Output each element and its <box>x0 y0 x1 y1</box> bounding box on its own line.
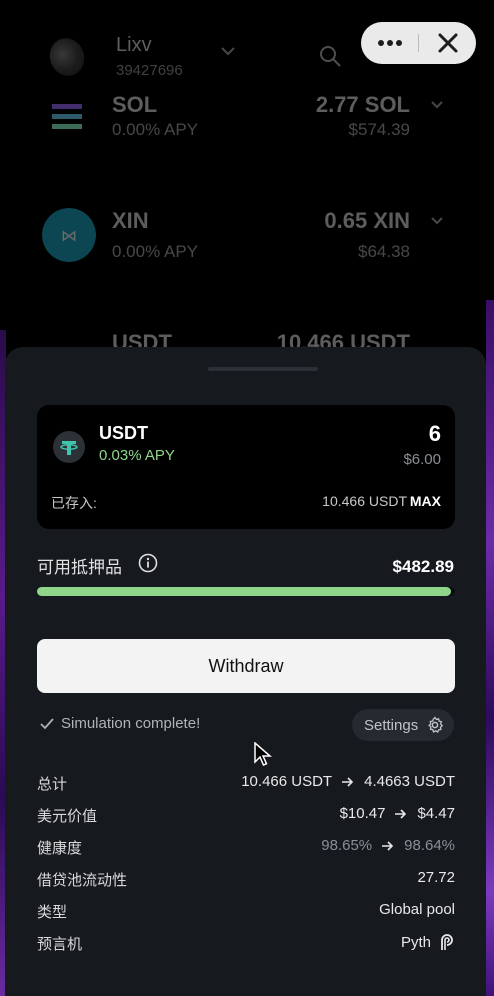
pyth-icon <box>441 934 453 950</box>
value-to: 98.64% <box>404 837 455 854</box>
oracle-name: Pyth <box>400 933 431 951</box>
info-icon[interactable] <box>138 553 158 573</box>
deposited-value: 10.466 USDT <box>322 493 407 509</box>
account-id: 39427696 <box>116 62 183 79</box>
summary-label: 预言机 <box>37 936 83 953</box>
window-controls <box>361 22 476 64</box>
asset-symbol: XIN <box>112 208 149 233</box>
summary-value: Pyth <box>401 933 455 951</box>
asset-usd: $64.38 <box>358 242 410 261</box>
chevron-down-icon[interactable] <box>430 100 444 110</box>
settings-button[interactable]: Settings <box>352 709 454 741</box>
chevron-down-icon[interactable] <box>220 46 236 56</box>
asset-row-sol[interactable]: SOL 0.00% APY 2.77 SOL $574.39 <box>0 92 494 172</box>
asset-apy: 0.00% APY <box>112 242 199 261</box>
search-icon[interactable] <box>318 44 342 68</box>
token-apy: 0.03% APY <box>99 447 175 464</box>
summary-usd-value: 美元价值 $10.47 $4.47 <box>37 805 455 829</box>
value-to: $4.47 <box>417 805 455 822</box>
value-to: 4.4663 USDT <box>364 773 455 790</box>
gear-icon <box>428 716 444 733</box>
summary-value: $10.47 $4.47 <box>340 805 455 822</box>
arrow-right-icon <box>382 840 394 851</box>
arrow-right-icon <box>342 776 354 787</box>
summary-value: 98.65% 98.64% <box>321 837 455 854</box>
max-button[interactable]: MAX <box>410 493 441 509</box>
asset-amount: 2.77 SOL <box>315 92 410 117</box>
collateral-progress-fill <box>37 587 451 596</box>
sheet-handle[interactable] <box>208 367 318 371</box>
asset-usd: $574.39 <box>348 120 410 139</box>
sol-icon <box>52 104 82 129</box>
asset-symbol: SOL <box>112 92 158 117</box>
xin-icon: ⋈ <box>42 208 96 262</box>
token-card: USDT 0.03% APY 6 $6.00 已存入: 10.466 USDT … <box>37 405 455 529</box>
collateral-value: $482.89 <box>392 557 454 576</box>
summary-label: 美元价值 <box>37 808 98 825</box>
close-icon[interactable] <box>437 32 459 54</box>
divider <box>418 34 419 52</box>
check-icon <box>40 718 54 730</box>
summary-liquidity: 借贷池流动性 27.72 <box>37 869 455 893</box>
more-options-icon[interactable] <box>377 34 403 52</box>
withdraw-amount-input[interactable]: 6 <box>429 421 441 447</box>
summary-label: 总计 <box>37 776 68 793</box>
chevron-down-icon[interactable] <box>430 216 444 226</box>
value-from: 10.466 USDT <box>241 773 333 790</box>
summary-value: Global pool <box>379 901 455 918</box>
summary-value: 27.72 <box>417 869 455 886</box>
token-symbol: USDT <box>99 423 148 443</box>
account-name: Lixv <box>116 34 152 56</box>
mouse-cursor-icon <box>254 742 272 766</box>
asset-row-xin[interactable]: ⋈ XIN 0.00% APY 0.65 XIN $64.38 <box>0 208 494 288</box>
asset-apy: 0.00% APY <box>112 120 199 139</box>
summary-label: 健康度 <box>37 840 83 857</box>
summary-type: 类型 Global pool <box>37 901 455 925</box>
withdraw-amount-usd: $6.00 <box>403 451 441 468</box>
deposited-label: 已存入: <box>51 495 97 511</box>
summary-label: 类型 <box>37 904 68 921</box>
value-from: 98.65% <box>321 837 373 854</box>
account-logo <box>44 33 90 81</box>
summary-health: 健康度 98.65% 98.64% <box>37 837 455 861</box>
asset-amount: 0.65 XIN <box>324 208 410 233</box>
summary-total: 总计 10.466 USDT 4.4663 USDT <box>37 773 455 797</box>
settings-label: Settings <box>364 716 419 734</box>
summary-oracle: 预言机 Pyth <box>37 933 455 957</box>
summary-value: 10.466 USDT 4.4663 USDT <box>241 773 455 790</box>
withdraw-sheet: USDT 0.03% APY 6 $6.00 已存入: 10.466 USDT … <box>5 347 486 996</box>
collateral-progress <box>37 587 455 596</box>
simulation-status: Simulation complete! <box>61 715 201 732</box>
summary-label: 借贷池流动性 <box>37 872 128 889</box>
withdraw-button[interactable]: Withdraw <box>37 639 455 693</box>
arrow-right-icon <box>395 808 407 819</box>
svg-text:⋈: ⋈ <box>61 226 77 245</box>
usdt-icon <box>53 431 85 463</box>
value-from: $10.47 <box>339 805 386 822</box>
collateral-label: 可用抵押品 <box>37 558 122 577</box>
